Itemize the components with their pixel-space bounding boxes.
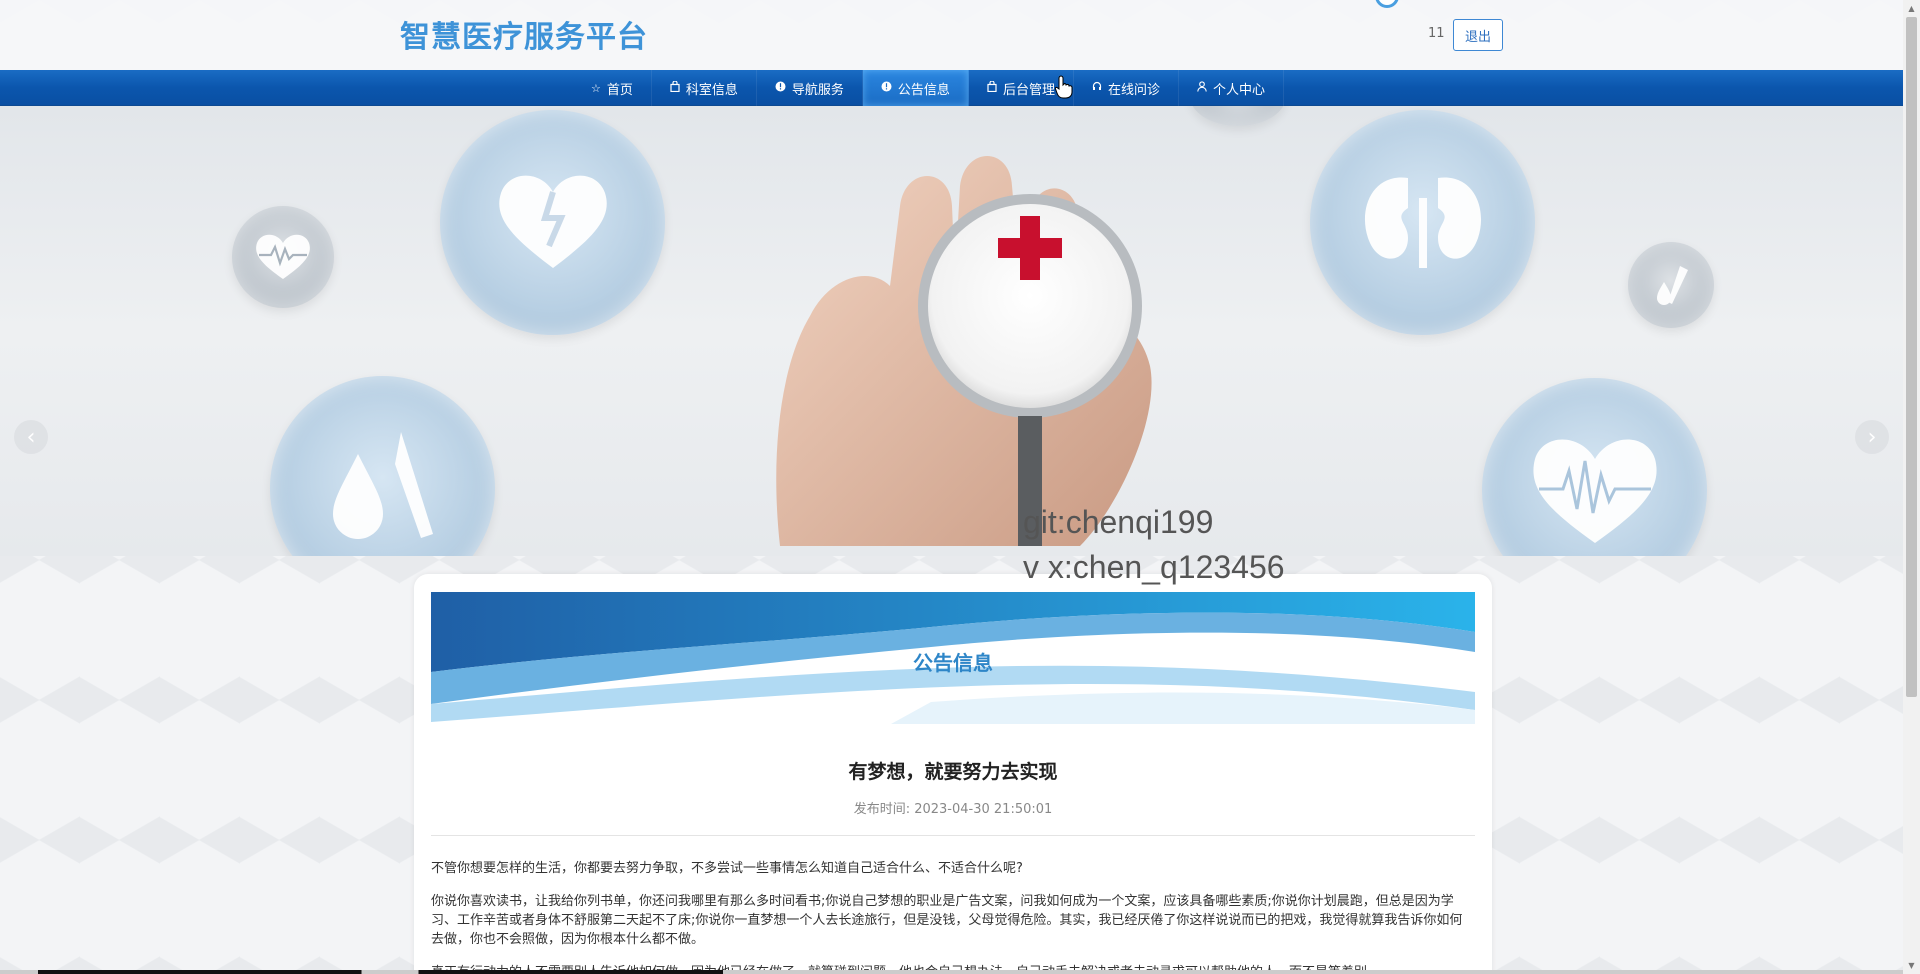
headset-icon [1092,81,1102,95]
username: 11 [1428,26,1445,41]
nav-item-label: 导航服务 [791,82,844,98]
nav-item-label: 在线问诊 [1107,82,1160,98]
bag-icon [987,80,997,95]
stethoscope-hand-image [776,156,1152,546]
article-paragraph: 你说你喜欢读书，让我给你列书单，你还问我哪里有那么多时间看书;你说自己梦想的职业… [431,894,1463,947]
watermark-line-1: git:chenqi199 [1023,504,1214,540]
heart-pulse-icon [232,206,334,308]
vertical-scrollbar[interactable]: ▲ ▼ [1903,0,1920,974]
section-title: 公告信息 [913,651,993,675]
partial-bubble [1190,106,1286,126]
kidneys-icon [1310,110,1535,335]
top-header: 智慧医疗服务平台 11 退出 [0,0,1903,70]
hand-cursor-icon [1055,75,1073,99]
scalpel-drop-icon [1628,242,1714,328]
nav-item-label: 公告信息 [897,82,950,98]
nav-list: ☆ 首页 科室信息 导航服务 公告信息 后台管理 在线问诊 个人中心 [573,70,1284,106]
user-icon [1197,81,1207,95]
carousel-next-button[interactable]: › [1855,420,1889,454]
taskbar-edge [0,970,1903,974]
nav-item-navigation-service[interactable]: 导航服务 [757,70,863,106]
nav-item-label: 科室信息 [685,82,738,98]
nav-item-online-consultation[interactable]: 在线问诊 [1074,70,1179,106]
main-nav: ☆ 首页 科室信息 导航服务 公告信息 后台管理 在线问诊 个人中心 [0,70,1903,106]
article-paragraph: 不管你想要怎样的生活，你都要去努力争取，不多尝试一些事情怎么知道自己适合什么、不… [431,861,1023,876]
site-title: 智慧医疗服务平台 [400,20,648,55]
info-icon [881,81,892,95]
broken-heart-icon [440,110,665,335]
watermark-line-2: v x:chen_q123456 [1023,549,1285,585]
scroll-up-arrow-icon[interactable]: ▲ [1903,0,1920,17]
publish-time: 2023-04-30 21:50:01 [914,802,1053,817]
scroll-down-arrow-icon[interactable]: ▼ [1903,957,1920,974]
nav-item-departments[interactable]: 科室信息 [652,70,757,106]
nav-item-personal-center[interactable]: 个人中心 [1179,70,1284,106]
nav-item-label: 首页 [606,82,633,98]
publish-info: 发布时间: 2023-04-30 21:50:01 [431,798,1475,817]
article-title: 有梦想，就要努力去实现 [848,761,1058,783]
blood-scalpel-icon [270,376,495,556]
heart-monitor-icon [1482,378,1707,556]
logout-button[interactable]: 退出 [1453,19,1503,51]
notice-card: 公告信息 有梦想，就要努力去实现 发布时间: 2023-04-30 21:50:… [414,574,1492,974]
nav-item-label: 个人中心 [1212,82,1265,98]
carousel-prev-button[interactable]: ‹ [14,420,48,454]
star-icon: ☆ [591,81,601,95]
nav-item-home[interactable]: ☆ 首页 [573,70,652,106]
nav-item-label: 后台管理 [1002,82,1055,98]
scrollbar-thumb[interactable] [1906,17,1917,697]
publish-label: 发布时间: [853,802,911,817]
info-icon [775,81,786,95]
divider [431,835,1475,836]
article-body: 不管你想要怎样的生活，你都要去努力争取，不多尝试一些事情怎么知道自己适合什么、不… [431,859,1475,974]
section-header-banner: 公告信息 [431,592,1475,724]
bag-icon [670,80,680,95]
hero-banner: ‹ › [0,106,1903,556]
avatar[interactable] [1375,0,1399,8]
nav-item-notices[interactable]: 公告信息 [862,70,969,106]
